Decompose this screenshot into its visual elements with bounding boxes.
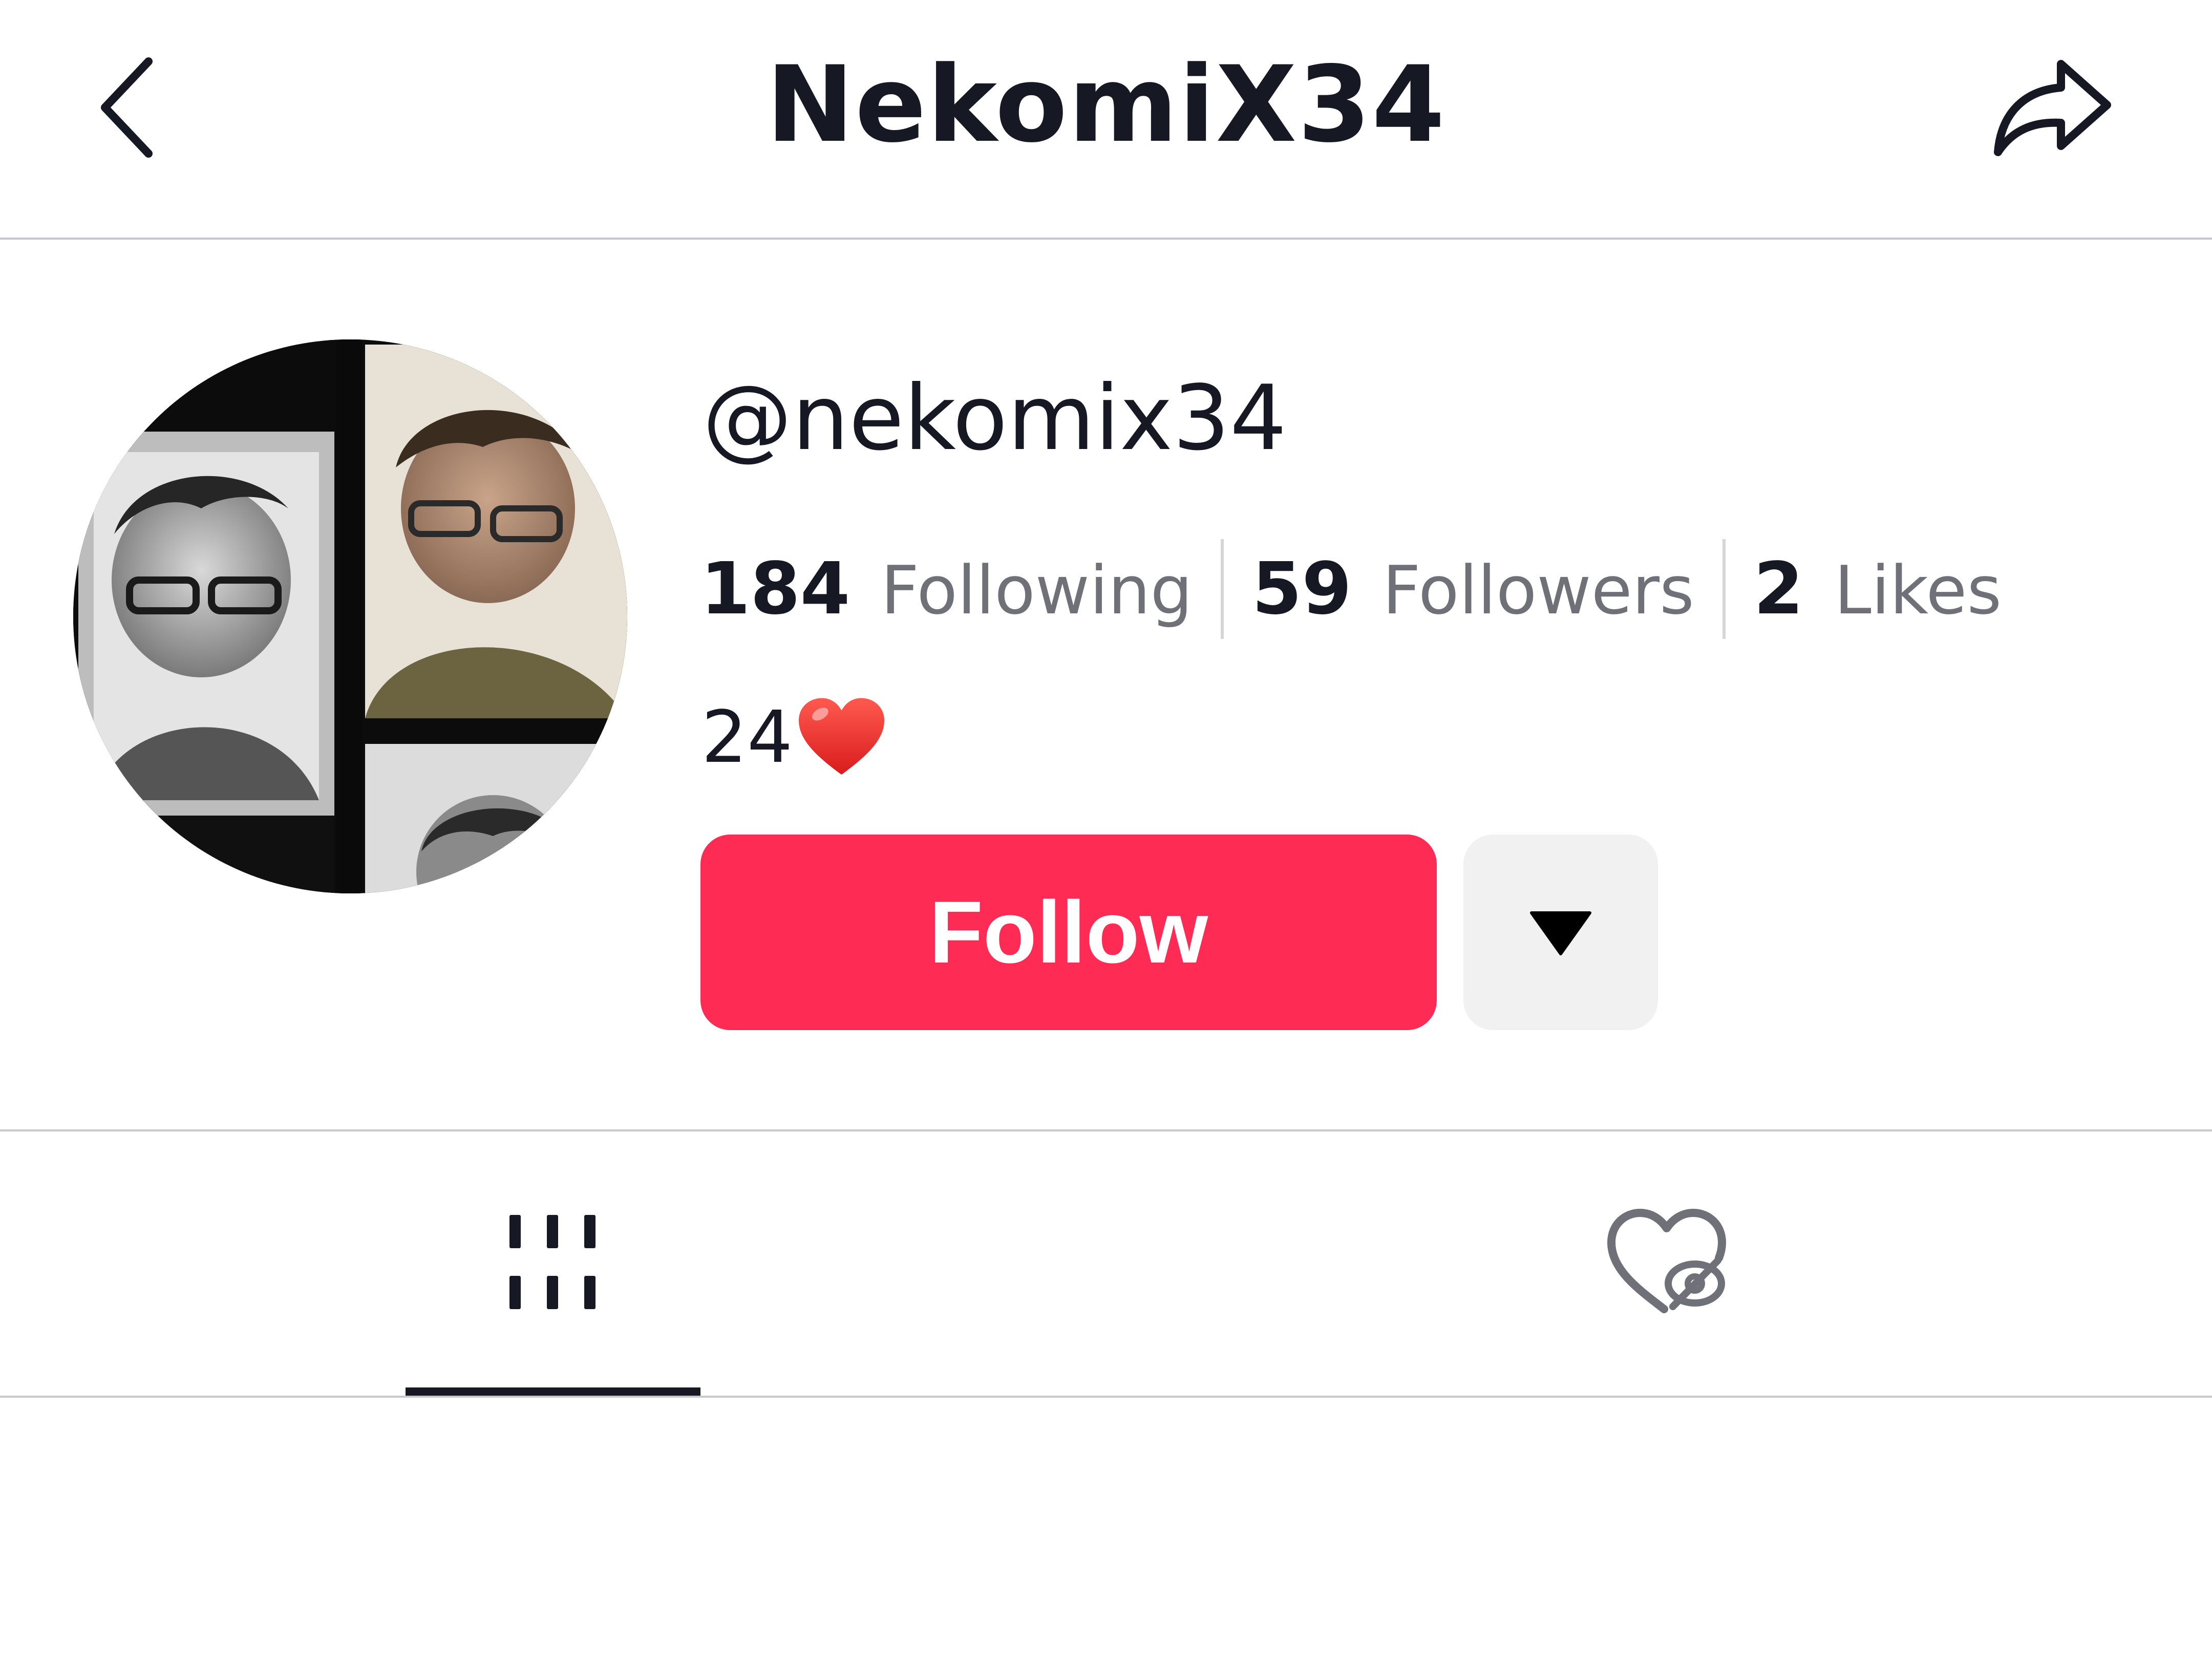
bio-text: 24: [701, 695, 793, 779]
tab-liked[interactable]: [1536, 1132, 1802, 1394]
follow-button[interactable]: Follow: [700, 835, 1437, 1030]
profile-bio: 24: [701, 694, 886, 781]
profile-username: @nekomix34: [703, 367, 1287, 471]
tab-videos[interactable]: [406, 1132, 700, 1394]
top-nav-bar: NekomiX34: [0, 0, 2212, 240]
back-button[interactable]: [77, 49, 179, 166]
page-title: NekomiX34: [766, 44, 1446, 166]
followers-count: 59: [1252, 547, 1352, 631]
followers-label: Followers: [1382, 551, 1694, 629]
chevron-left-icon: [101, 57, 153, 158]
heart-hidden-icon: [1607, 1209, 1726, 1313]
tabs-divider: [0, 1396, 2212, 1398]
likes-stat[interactable]: 2 Likes: [1754, 547, 2002, 631]
more-options-button[interactable]: [1463, 835, 1658, 1030]
following-count: 184: [700, 547, 850, 631]
share-arrow-icon: [1994, 60, 2111, 156]
likes-label: Likes: [1834, 551, 2002, 629]
red-heart-emoji: [799, 698, 885, 775]
stat-divider: [1722, 539, 1726, 639]
profile-avatar[interactable]: [73, 339, 627, 893]
profile-stats: 184 Following 59 Followers 2 Likes: [700, 538, 2002, 640]
following-label: Following: [881, 551, 1193, 629]
section-divider: [0, 1129, 2212, 1131]
stat-divider: [1221, 539, 1224, 639]
followers-stat[interactable]: 59 Followers: [1252, 547, 1694, 631]
likes-count: 2: [1753, 547, 1804, 631]
grid-icon: [509, 1215, 595, 1309]
avatar-photo: [73, 339, 627, 893]
triangle-down-icon: [1530, 911, 1591, 955]
following-stat[interactable]: 184 Following: [700, 547, 1193, 631]
share-button[interactable]: [1987, 49, 2120, 166]
